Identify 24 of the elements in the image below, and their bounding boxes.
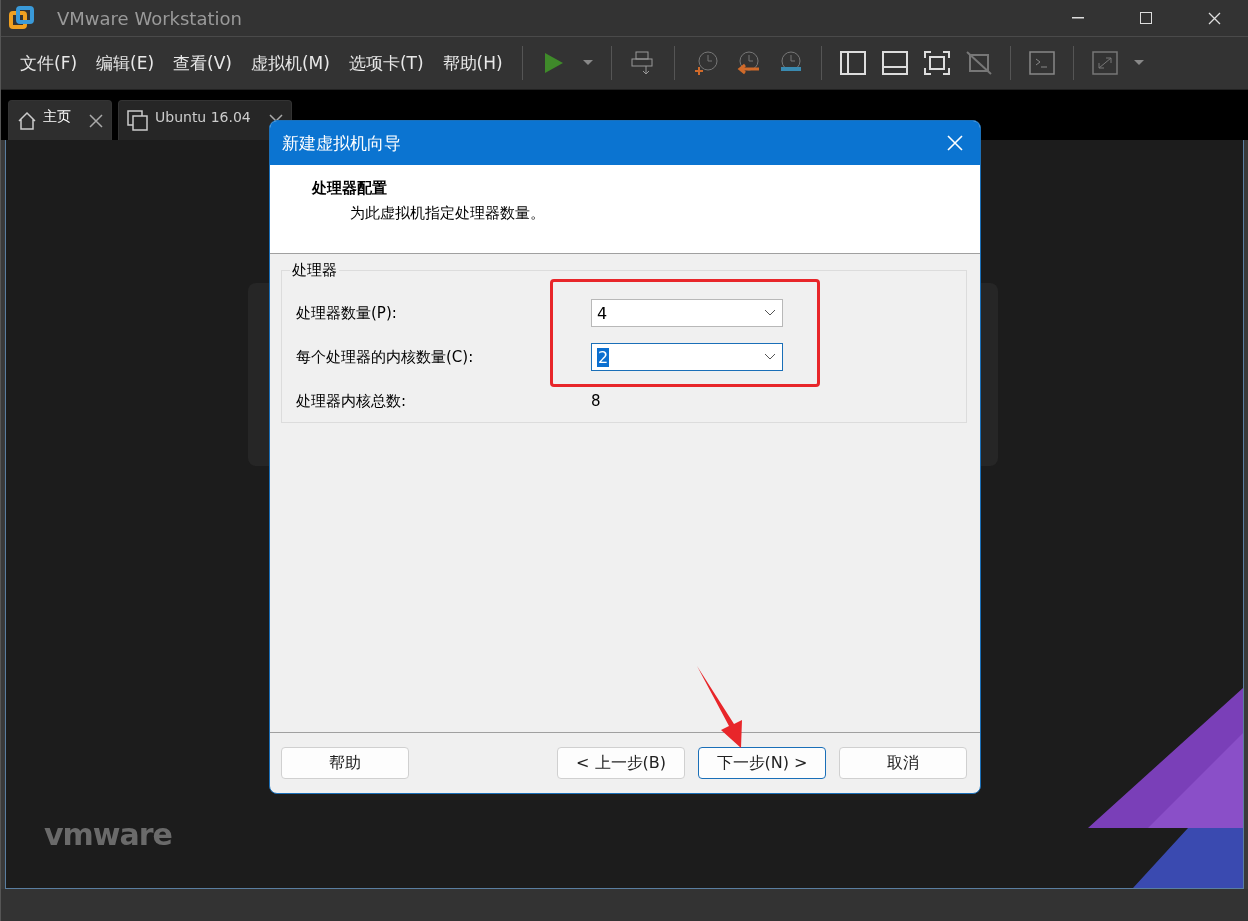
dropdown-value: 4 [597,303,608,323]
page-description: 为此虚拟机指定处理器数量。 [350,204,546,223]
menu-item[interactable]: 编辑(E) [87,51,164,75]
group-title: 处理器 [290,261,339,280]
dropdown-field[interactable]: 4 [591,299,783,327]
menu-item[interactable]: 虚拟机(M) [241,51,339,75]
dialog-button[interactable]: 帮助 [281,747,409,779]
vmware-logo: vmware [44,817,172,852]
menu-item[interactable]: 文件(F) [11,51,87,75]
page-heading: 处理器配置 [312,179,388,198]
menu-item[interactable]: 选项卡(T) [339,51,433,75]
selected-text: 2 [597,347,610,367]
menu-item[interactable]: 帮助(H) [433,51,512,75]
menu-item[interactable]: 查看(V) [164,51,241,75]
dialog-button[interactable]: 取消 [839,747,967,779]
window-title: VMware Workstation [57,7,243,29]
field-label: 每个处理器的内核数量(C): [296,347,475,367]
field-label: 处理器数量(P): [296,303,398,323]
field-value: 8 [591,392,601,410]
dropdown-field[interactable]: 2 [591,343,783,371]
tab[interactable]: 主页 [8,100,112,140]
dialog-button[interactable]: < 上一步(B) [557,747,685,779]
dialog-button[interactable]: 下一步(N) > [698,747,826,779]
field-label: 处理器内核总数: [296,391,408,411]
